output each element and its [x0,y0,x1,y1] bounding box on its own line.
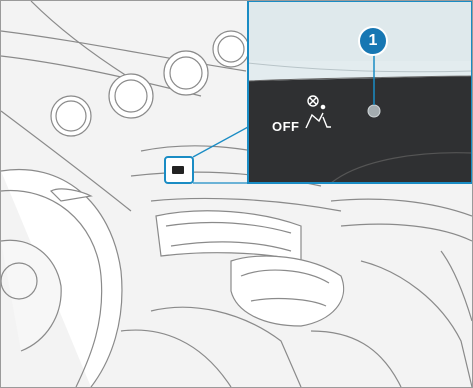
airbag-off-label: OFF [272,119,300,134]
callout-number: 1 [368,32,378,49]
indicator-location-marker [164,156,194,184]
dashboard-illustration: OFF 1 [0,0,473,388]
interior-line-art [1,1,472,387]
